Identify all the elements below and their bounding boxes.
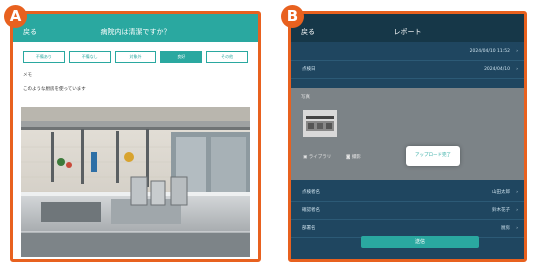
row-label: 点検者名 [302, 190, 320, 195]
tab-rating-1[interactable]: 不備あり [23, 51, 65, 63]
row-label: 部署名 [302, 226, 316, 231]
memo-text: このような厨房を使っています [23, 87, 86, 92]
memo-label: メモ [23, 73, 32, 78]
row-inspector[interactable]: 点検者名 山田太郎 › [291, 184, 524, 202]
nav-title: レポート [393, 28, 422, 36]
tab-rating-3[interactable]: 対象外 [114, 51, 157, 63]
chevron-right-icon: › [516, 226, 518, 231]
row-label: 確認者名 [302, 208, 320, 213]
upload-toast: アップロード完了 [406, 146, 460, 166]
marker-b: B [281, 5, 304, 28]
tab-rating-2[interactable]: 不備なし [68, 51, 111, 63]
chevron-right-icon: › [516, 67, 518, 72]
camera-label: 撮影 [351, 155, 361, 160]
status-bar [13, 14, 258, 22]
image-icon: ▣ [303, 155, 308, 160]
tab-rating-4[interactable]: 良好 [160, 51, 203, 63]
marker-a: A [4, 5, 27, 28]
row-value: 山田太郎 [492, 190, 510, 195]
row-value: 厨房 [501, 226, 510, 231]
status-bar [291, 14, 524, 22]
photo-thumbnail[interactable] [303, 110, 337, 137]
nav-bar: 戻る レポート [291, 22, 524, 42]
library-button[interactable]: ▣ ライブラリ [303, 154, 331, 160]
kitchen-photo [21, 107, 250, 257]
chevron-right-icon: › [516, 208, 518, 213]
row-checker[interactable]: 確認者名 鈴木花子 › [291, 202, 524, 220]
screen-b: 戻る レポート 2024/04/10 11:52 › 点検日 2024/04/1… [288, 11, 527, 262]
chevron-right-icon: › [516, 190, 518, 195]
nav-title: 病院内は清潔ですか？ [100, 28, 171, 36]
nav-bar: 戻る 病院内は清潔ですか？ [13, 22, 258, 42]
tab-rating-5[interactable]: その他 [206, 51, 248, 63]
row-inspection-date[interactable]: 点検日 2024/04/10 › [291, 61, 524, 79]
photo-section-label: 写真 [301, 95, 310, 100]
submit-button[interactable]: 送信 [361, 236, 479, 248]
chevron-right-icon: › [516, 49, 518, 54]
library-label: ライブラリ [308, 155, 332, 160]
row-timestamp[interactable]: 2024/04/10 11:52 › [291, 43, 524, 61]
camera-button[interactable]: ◙ 撮影 [346, 154, 361, 160]
screen-a: 戻る 病院内は清潔ですか？ 不備あり 不備なし 対象外 良好 その他 メモ この… [10, 11, 261, 262]
row-value: 2024/04/10 11:52 [469, 49, 510, 54]
row-value: 鈴木花子 [492, 208, 510, 213]
photo-section: 写真 ▣ ライブラリ ◙ 撮影 アップロード完了 [291, 88, 524, 180]
row-value: 2024/04/10 [484, 67, 510, 72]
rating-tabs: 不備あり 不備なし 対象外 良好 その他 [23, 51, 248, 63]
camera-icon: ◙ [346, 155, 351, 160]
row-label: 点検日 [302, 67, 316, 72]
